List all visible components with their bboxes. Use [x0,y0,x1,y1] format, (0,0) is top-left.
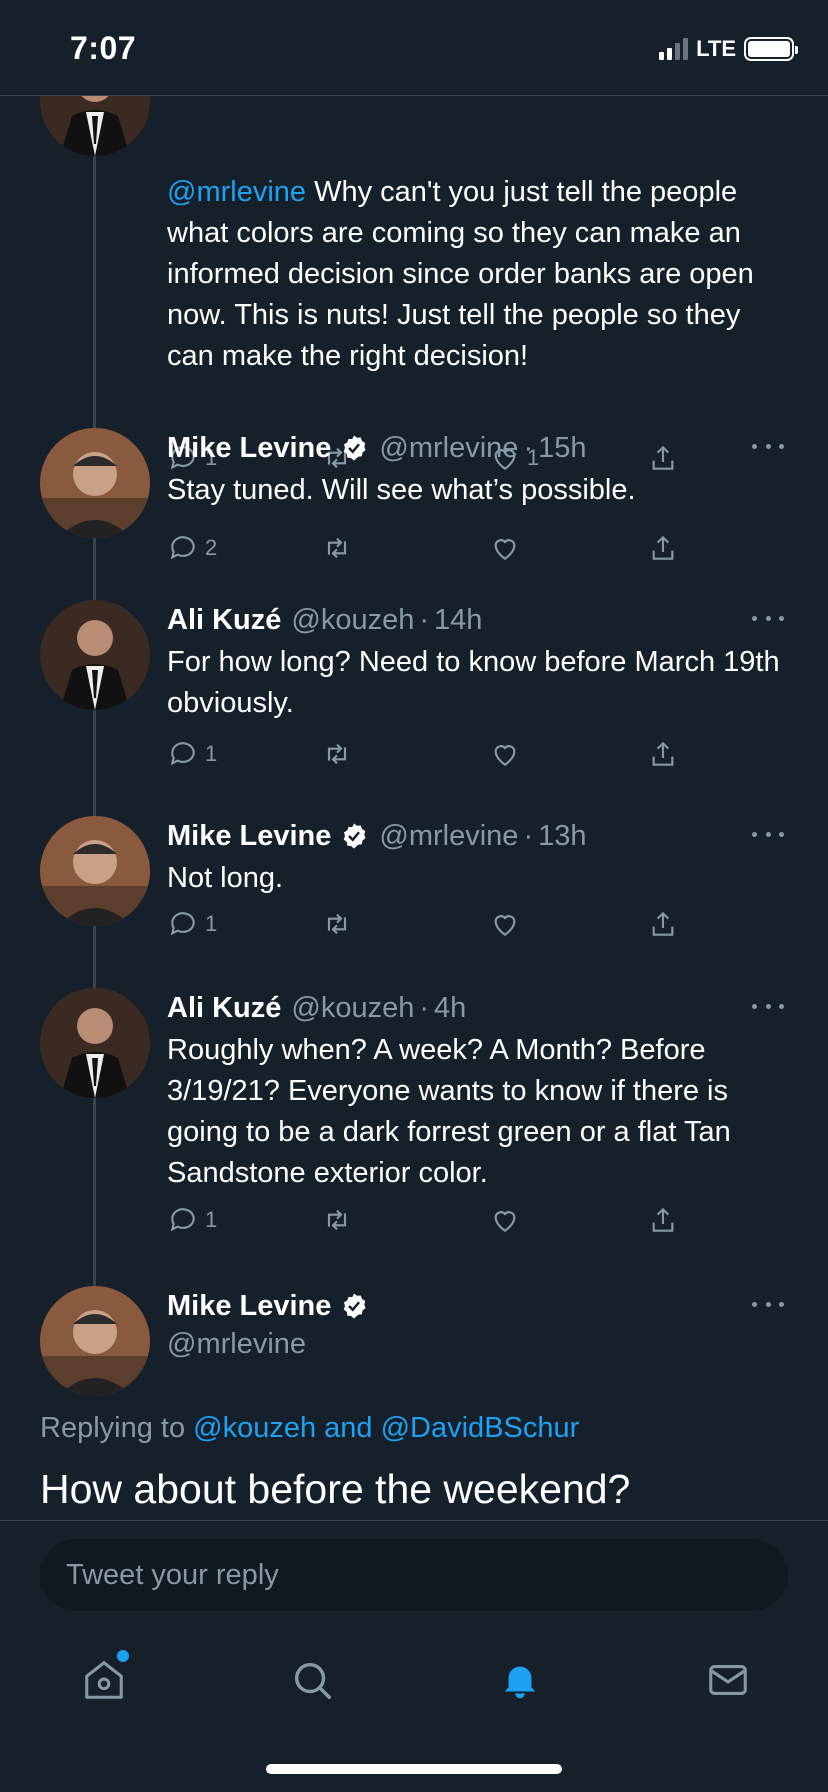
tweet-text: @mrlevine Why can't you just tell the pe… [167,176,754,372]
messages-icon [709,1665,747,1695]
share-icon [652,911,674,936]
verified-badge-icon [344,823,366,849]
status-bar: 7:07 LTE [0,0,828,96]
tweet-text: Stay tuned. Will see what’s possible. [167,474,636,506]
tweet-time[interactable]: 15h [538,432,586,465]
search-icon [294,1662,331,1699]
share-button[interactable] [647,1204,679,1236]
retweet-button[interactable] [321,738,353,770]
battery-icon [744,37,798,61]
reply-icon [170,1208,195,1232]
tweet-actions: 1 [167,908,687,948]
share-button[interactable] [647,532,679,564]
share-icon [652,1207,674,1232]
tab-home[interactable] [74,1650,134,1710]
heart-icon [494,539,516,560]
like-button[interactable] [489,532,521,564]
status-indicators: LTE [659,36,798,62]
thread[interactable]: @mrlevine Why can't you just tell the pe… [0,96,828,1520]
author-name[interactable]: Ali Kuzé [167,992,281,1025]
tab-search[interactable] [282,1650,342,1710]
reply-button[interactable]: 1 [167,1204,217,1236]
focused-tweet-text: How about before the weekend? [40,1466,631,1512]
more-options-icon[interactable] [748,996,788,1016]
share-button[interactable] [647,738,679,770]
tweet-actions: 1 [167,738,687,778]
retweet-icon [327,1209,347,1231]
author-name[interactable]: Ali Kuzé [167,604,281,637]
author-name[interactable]: Mike Levine [167,1290,331,1323]
author-name[interactable]: Mike Levine [167,820,331,853]
new-tweets-dot [117,1650,129,1662]
more-options-icon[interactable] [748,824,788,844]
tweet-text: For how long? Need to know before March … [167,646,780,719]
heart-icon [494,745,516,766]
tab-bar [0,1610,828,1720]
reply-icon [170,912,195,936]
mention-link[interactable]: @mrlevine [167,176,306,208]
avatar-ali-kuze[interactable] [40,600,150,710]
replying-to-mentions[interactable]: @kouzeh and @DavidBSchur [193,1412,579,1444]
avatar-mike-levine[interactable] [40,1286,150,1396]
heart-icon [494,915,516,936]
tab-messages[interactable] [698,1650,758,1710]
tweet-time[interactable]: 4h [434,992,466,1025]
tweet-time[interactable]: 13h [538,820,586,853]
author-handle[interactable]: @mrlevine [379,432,518,465]
reply-icon [170,742,195,766]
author-handle[interactable]: @mrlevine [379,820,518,853]
author-handle[interactable]: @kouzeh [291,604,414,637]
avatar-ali-kuze[interactable] [40,988,150,1098]
avatar-mike-levine[interactable] [40,428,150,538]
reply-icon [170,536,195,560]
status-time: 7:07 [70,30,137,66]
verified-badge-icon [344,1293,366,1319]
retweet-icon [327,913,347,935]
tweet-text: Roughly when? A week? A Month? Before 3/… [167,1034,731,1189]
network-label: LTE [696,36,736,61]
author-handle[interactable]: @kouzeh [291,992,414,1025]
reply-button[interactable]: 1 [167,908,217,940]
verified-badge-icon [344,435,366,461]
tab-notifications[interactable] [490,1650,550,1710]
home-indicator[interactable] [266,1764,562,1774]
retweet-button[interactable] [321,1204,353,1236]
replying-to: Replying to @kouzeh and @DavidBSchur [40,1412,580,1444]
tweet-text: Not long. [167,862,284,894]
retweet-button[interactable] [321,532,353,564]
author-handle[interactable]: @mrlevine [167,1328,788,1361]
heart-icon [494,1211,516,1232]
share-icon [652,741,674,766]
retweet-icon [327,743,347,765]
tweet-actions: 1 [167,1204,687,1244]
like-button[interactable] [489,1204,521,1236]
signal-icon [659,38,689,60]
tweet-time[interactable]: 14h [434,604,482,637]
more-options-icon[interactable] [748,608,788,628]
share-button[interactable] [647,908,679,940]
like-button[interactable] [489,908,521,940]
more-options-icon[interactable] [748,436,788,456]
retweet-button[interactable] [321,908,353,940]
reply-button[interactable]: 1 [167,738,217,770]
share-icon [652,535,674,560]
like-button[interactable] [489,738,521,770]
retweet-icon [327,537,347,559]
reply-input[interactable] [40,1539,788,1611]
reply-composer [0,1520,828,1611]
avatar-mike-levine[interactable] [40,816,150,926]
avatar-ali-kuze[interactable] [40,96,150,156]
home-icon [85,1661,123,1699]
reply-button[interactable]: 2 [167,532,217,564]
notifications-icon [504,1666,536,1699]
author-name[interactable]: Mike Levine [167,432,331,465]
tweet-actions: 2 [167,532,687,572]
more-options-icon[interactable] [748,1294,788,1314]
